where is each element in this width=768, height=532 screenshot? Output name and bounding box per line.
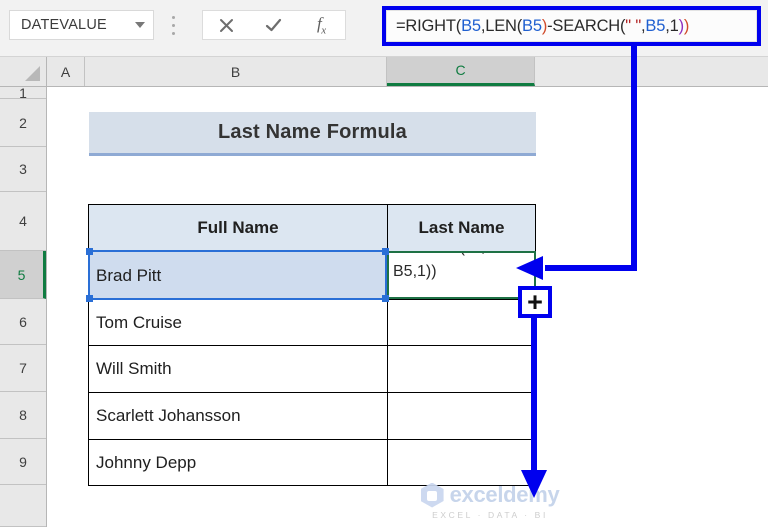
- cell-c6[interactable]: [387, 299, 536, 346]
- row-header-1[interactable]: 1: [0, 85, 46, 101]
- watermark-tagline: EXCEL · DATA · BI: [432, 510, 548, 520]
- row-header-6[interactable]: 6: [0, 299, 46, 345]
- column-header-a[interactable]: A: [47, 57, 85, 86]
- cell-c9[interactable]: [387, 439, 536, 486]
- cell-c7[interactable]: [387, 345, 536, 393]
- page-title: Last Name Formula: [217, 121, 407, 143]
- cell-b8[interactable]: Scarlett Johansson: [88, 392, 388, 440]
- formula-bar-grip: [171, 16, 175, 35]
- row-header-7[interactable]: 7: [0, 345, 46, 392]
- worksheet-grid: Last Name Formula Full Name Last Name Br…: [48, 87, 768, 527]
- formula-input-highlight: =RIGHT(B5,LEN(B5)-SEARCH(" ",B5,1)): [382, 6, 761, 46]
- chevron-down-icon[interactable]: [127, 22, 153, 28]
- row-header-10[interactable]: [0, 485, 46, 527]
- cell-c5-editor-text: SEARCH(" ", B5,1)): [393, 253, 534, 284]
- column-header-c[interactable]: C: [387, 57, 535, 86]
- name-box-value: DATEVALUE: [21, 17, 107, 33]
- cell-b5[interactable]: Brad Pitt: [88, 251, 388, 300]
- column-header-d[interactable]: [535, 57, 768, 86]
- row-header-2[interactable]: 2: [0, 99, 46, 147]
- row-header-4[interactable]: 4: [0, 192, 46, 251]
- exceldemy-watermark: exceldemy EXCEL · DATA · BI: [400, 482, 580, 520]
- formula-text: =RIGHT(B5,LEN(B5)-SEARCH(" ",B5,1)): [396, 16, 690, 35]
- row-header-5[interactable]: 5: [0, 251, 46, 299]
- column-header-strip: A B C: [0, 57, 768, 87]
- row-header-8[interactable]: 8: [0, 392, 46, 439]
- watermark-name: exceldemy: [449, 482, 560, 507]
- title-banner-cell[interactable]: Last Name Formula: [89, 112, 536, 156]
- table-header-last-name[interactable]: Last Name: [387, 204, 536, 252]
- formula-bar-area: DATEVALUE fx =RIGHT(B5,LEN(B5)-SEARCH(" …: [0, 0, 768, 57]
- column-header-b[interactable]: B: [85, 57, 387, 86]
- cancel-x-icon[interactable]: [203, 11, 250, 39]
- select-all-corner[interactable]: [0, 57, 47, 86]
- fx-insert-function-icon[interactable]: fx: [298, 11, 345, 39]
- cell-b6[interactable]: Tom Cruise: [88, 299, 388, 346]
- exceldemy-hex-logo-icon: [420, 482, 444, 508]
- row-header-strip: 1 2 3 4 5 6 7 8 9: [0, 85, 47, 527]
- c5-editor-line2: B5,1)): [393, 263, 437, 280]
- table-header-full-name[interactable]: Full Name: [88, 204, 388, 252]
- cell-c8[interactable]: [387, 392, 536, 440]
- formula-bar-buttons: fx: [202, 10, 346, 40]
- cell-b7[interactable]: Will Smith: [88, 345, 388, 393]
- cell-b9[interactable]: Johnny Depp: [88, 439, 388, 486]
- confirm-check-icon[interactable]: [250, 11, 297, 39]
- cell-c5-active-editor[interactable]: SEARCH(" ", B5,1)): [387, 251, 536, 299]
- row-header-3[interactable]: 3: [0, 147, 46, 192]
- name-box[interactable]: DATEVALUE: [9, 10, 154, 40]
- formula-input[interactable]: =RIGHT(B5,LEN(B5)-SEARCH(" ",B5,1)): [386, 10, 757, 42]
- c5-editor-line1: SEARCH(" ",: [393, 253, 485, 256]
- row-header-9[interactable]: 9: [0, 439, 46, 485]
